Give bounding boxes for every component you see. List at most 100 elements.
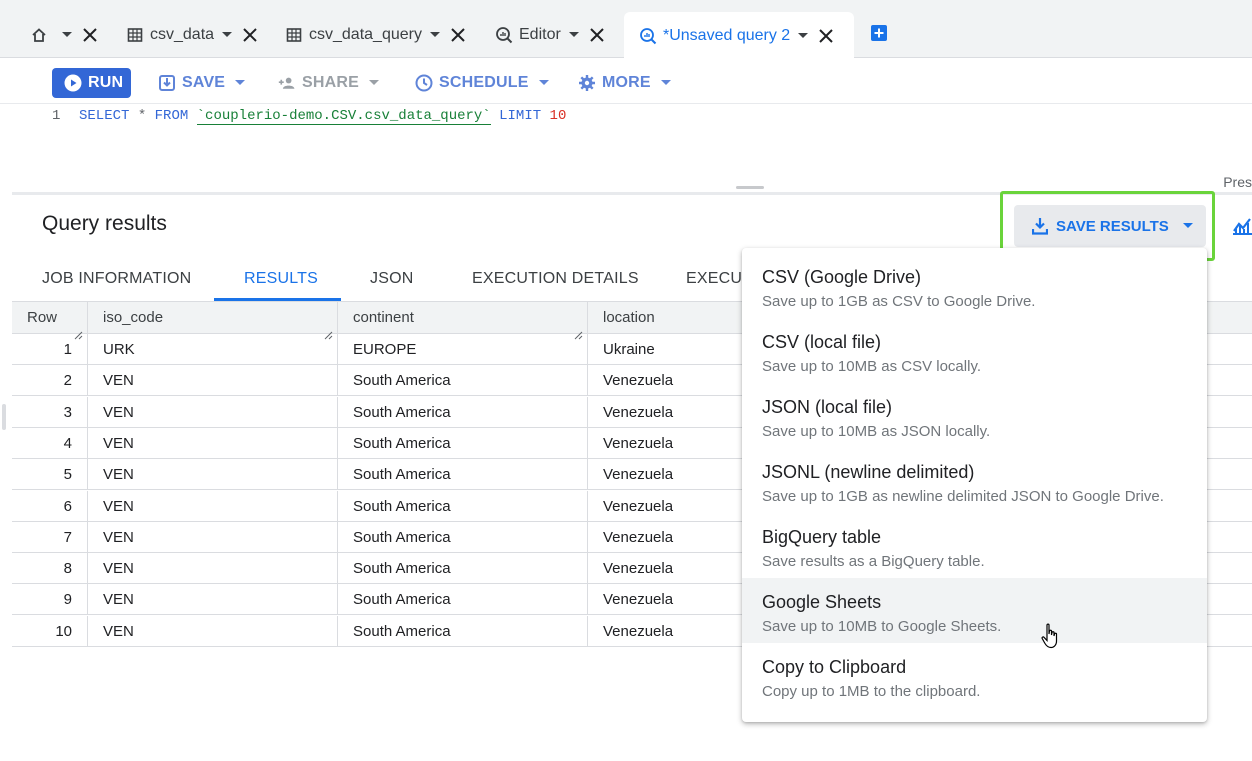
cell-iso-code[interactable]: VEN xyxy=(88,490,338,522)
hand-pointer-cursor-icon xyxy=(1041,623,1061,649)
tab-home[interactable] xyxy=(30,12,98,58)
cell-continent[interactable]: South America xyxy=(338,459,588,491)
menu-item-title: JSON (local file) xyxy=(762,397,893,417)
column-header-label: Row xyxy=(27,309,58,326)
cell-continent[interactable]: South America xyxy=(338,396,588,428)
cell-continent[interactable]: South America xyxy=(338,427,588,459)
tab-unsaved-query-2[interactable]: *Unsaved query 2 xyxy=(624,12,854,59)
cell-continent[interactable]: EUROPE xyxy=(338,334,588,365)
chevron-down-icon[interactable] xyxy=(429,32,440,38)
cell-iso-code[interactable]: VEN xyxy=(88,553,338,585)
close-icon[interactable] xyxy=(450,27,466,43)
sql-editor[interactable]: 1 SELECT * FROM `couplerio-demo.CSV.csv_… xyxy=(12,104,1252,192)
run-button[interactable]: RUN xyxy=(52,68,131,98)
menu-item-csv-local-file[interactable]: CSV (local file) Save up to 10MB as CSV l… xyxy=(742,318,1207,383)
close-icon[interactable] xyxy=(242,27,258,43)
cell-row-number[interactable]: 6 xyxy=(12,490,88,522)
cell-iso-code[interactable]: VEN xyxy=(88,615,338,647)
sql-keyword: FROM xyxy=(154,108,189,124)
editor-tab-bar: csv_data csv_data_query Editor *Unsaved … xyxy=(0,0,1252,59)
cell-iso-code[interactable]: VEN xyxy=(88,459,338,491)
tab-label: *Unsaved query 2 xyxy=(663,26,791,44)
add-person-icon xyxy=(278,74,296,92)
save-icon xyxy=(158,74,176,92)
share-button[interactable]: SHARE xyxy=(278,68,380,98)
tab-job-information[interactable]: JOB INFORMATION xyxy=(42,270,191,288)
menu-item-description: Save up to 1GB as CSV to Google Drive. xyxy=(762,293,1036,310)
tab-editor[interactable]: Editor xyxy=(495,12,605,58)
close-icon[interactable] xyxy=(818,28,834,44)
cell-iso-code[interactable]: VEN xyxy=(88,521,338,553)
schedule-label: SCHEDULE xyxy=(439,74,529,91)
explore-chart-icon[interactable] xyxy=(1232,214,1252,236)
close-icon[interactable] xyxy=(82,27,98,43)
chevron-down-icon[interactable] xyxy=(62,32,72,38)
cell-iso-code[interactable]: VEN xyxy=(88,365,338,397)
cell-continent[interactable]: South America xyxy=(338,521,588,553)
cell-continent[interactable]: South America xyxy=(338,584,588,616)
tab-label: csv_data xyxy=(150,26,215,43)
menu-item-description: Save results as a BigQuery table. xyxy=(762,553,985,570)
editor-gutter xyxy=(12,104,78,170)
close-icon[interactable] xyxy=(589,27,605,43)
table-icon xyxy=(285,26,303,44)
chevron-down-icon[interactable] xyxy=(568,32,579,38)
sql-star: * xyxy=(137,108,147,124)
menu-item-title: Copy to Clipboard xyxy=(762,657,907,677)
cell-iso-code[interactable]: VEN xyxy=(88,427,338,459)
sql-query-text[interactable]: SELECT * FROM `couplerio-demo.CSV.csv_da… xyxy=(79,108,566,125)
column-header-continent[interactable]: continent xyxy=(338,302,588,340)
menu-item-jsonl-newline-delimited[interactable]: JSONL (newline delimited) Save up to 1GB … xyxy=(742,448,1207,513)
more-button[interactable]: MORE xyxy=(578,68,671,98)
cell-row-number[interactable]: 5 xyxy=(12,459,88,491)
add-tab-icon[interactable] xyxy=(870,24,890,44)
menu-item-json-local-file[interactable]: JSON (local file) Save up to 10MB as JSON… xyxy=(742,383,1207,448)
cell-row-number[interactable]: 4 xyxy=(12,427,88,459)
menu-item-title: BigQuery table xyxy=(762,527,882,547)
menu-item-csv-google-drive[interactable]: CSV (Google Drive) Save up to 1GB as CSV … xyxy=(742,253,1207,318)
cell-continent[interactable]: South America xyxy=(338,490,588,522)
cell-iso-code[interactable]: VEN xyxy=(88,396,338,428)
tab-csv-data-query[interactable]: csv_data_query xyxy=(285,12,466,58)
clock-icon xyxy=(415,74,433,92)
cell-row-number[interactable]: 1 xyxy=(12,334,88,365)
cell-row-number[interactable]: 9 xyxy=(12,584,88,616)
cell-iso-code[interactable]: URK xyxy=(88,334,338,365)
cell-row-number[interactable]: 3 xyxy=(12,396,88,428)
sql-keyword: LIMIT xyxy=(499,108,542,124)
cell-row-number[interactable]: 10 xyxy=(12,615,88,647)
column-header-row[interactable]: Row xyxy=(12,302,88,340)
play-icon xyxy=(64,74,82,92)
chevron-down-icon[interactable] xyxy=(798,32,809,39)
menu-item-copy-to-clipboard[interactable]: Copy to Clipboard Copy up to 1MB to the c… xyxy=(742,643,1207,708)
cell-iso-code[interactable]: VEN xyxy=(88,584,338,616)
tab-json[interactable]: JSON xyxy=(370,270,413,288)
menu-item-description: Copy up to 1MB to the clipboard. xyxy=(762,683,981,700)
home-icon xyxy=(30,26,48,44)
save-button[interactable]: SAVE xyxy=(158,68,246,98)
column-resize-icon[interactable] xyxy=(573,320,583,340)
column-resize-icon[interactable] xyxy=(323,320,333,340)
cell-continent[interactable]: South America xyxy=(338,365,588,397)
tab-csv-data[interactable]: csv_data xyxy=(126,12,258,58)
schedule-button[interactable]: SCHEDULE xyxy=(415,68,549,98)
column-resize-icon[interactable] xyxy=(73,320,83,340)
cell-row-number[interactable]: 8 xyxy=(12,553,88,585)
cell-row-number[interactable]: 7 xyxy=(12,521,88,553)
menu-item-google-sheets[interactable]: Google Sheets Save up to 10MB to Google S… xyxy=(742,578,1207,643)
menu-item-bigquery-table[interactable]: BigQuery table Save results as a BigQuery… xyxy=(742,513,1207,578)
cell-continent[interactable]: South America xyxy=(338,615,588,647)
column-header-iso-code[interactable]: iso_code xyxy=(88,302,338,340)
sql-table-reference[interactable]: `couplerio-demo.CSV.csv_data_query` xyxy=(196,108,491,125)
save-results-menu: CSV (Google Drive) Save up to 1GB as CSV … xyxy=(742,248,1207,722)
cell-row-number[interactable]: 2 xyxy=(12,365,88,397)
cell-continent[interactable]: South America xyxy=(338,553,588,585)
line-number: 1 xyxy=(52,108,61,124)
side-panel-handle[interactable] xyxy=(2,404,6,430)
tab-results[interactable]: RESULTS xyxy=(244,270,318,288)
chevron-down-icon[interactable] xyxy=(222,32,233,38)
more-label: MORE xyxy=(602,74,651,91)
resize-handle[interactable] xyxy=(736,186,764,189)
active-tab-indicator xyxy=(214,298,341,301)
tab-execution-details[interactable]: EXECUTION DETAILS xyxy=(472,270,639,288)
